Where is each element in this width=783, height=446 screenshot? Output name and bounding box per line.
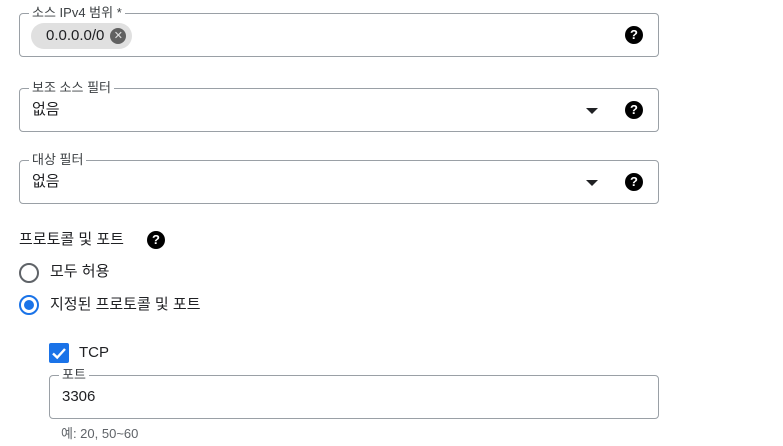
tcp-ports-hint: 예: 20, 50~60 (61, 426, 139, 441)
allow-all-label[interactable]: 모두 허용 (50, 263, 109, 281)
tcp-ports-input[interactable]: 포트 3306 (49, 367, 659, 419)
help-icon[interactable]: ? (625, 173, 643, 191)
dropdown-arrow-icon (586, 180, 598, 186)
dropdown-arrow-icon (586, 108, 598, 114)
tcp-checkbox[interactable] (49, 343, 69, 363)
protocols-ports-heading: 프로토콜 및 포트 (19, 231, 124, 248)
source-ip-range-label: 소스 IPv4 범위 * (29, 5, 125, 21)
target-filter-select[interactable]: 대상 필터 없음 ? (19, 152, 659, 204)
target-filter-value: 없음 (32, 173, 60, 190)
help-icon[interactable]: ? (625, 101, 643, 119)
specified-protocols-label[interactable]: 지정된 프로토콜 및 포트 (50, 296, 201, 314)
secondary-source-filter-value: 없음 (32, 101, 60, 118)
tcp-ports-label: 포트 (59, 367, 89, 383)
source-ip-range-field[interactable]: 소스 IPv4 범위 * 0.0.0.0/0 ✕ ? (19, 5, 659, 57)
target-filter-label: 대상 필터 (29, 152, 87, 168)
allow-all-radio[interactable] (19, 263, 39, 283)
help-icon[interactable]: ? (625, 26, 643, 44)
specified-protocols-radio[interactable] (19, 295, 39, 315)
ip-range-chip[interactable]: 0.0.0.0/0 ✕ (31, 23, 133, 49)
checkmark-icon (52, 348, 66, 360)
tcp-ports-value: 3306 (62, 388, 96, 405)
secondary-source-filter-select[interactable]: 보조 소스 필터 없음 ? (19, 80, 659, 132)
tcp-label[interactable]: TCP (79, 344, 109, 362)
radio-selected-dot (24, 300, 34, 310)
help-icon[interactable]: ? (147, 231, 165, 249)
secondary-source-filter-label: 보조 소스 필터 (29, 80, 114, 96)
ip-range-chip-text: 0.0.0.0/0 (46, 27, 105, 44)
chip-remove-icon[interactable]: ✕ (110, 28, 127, 44)
